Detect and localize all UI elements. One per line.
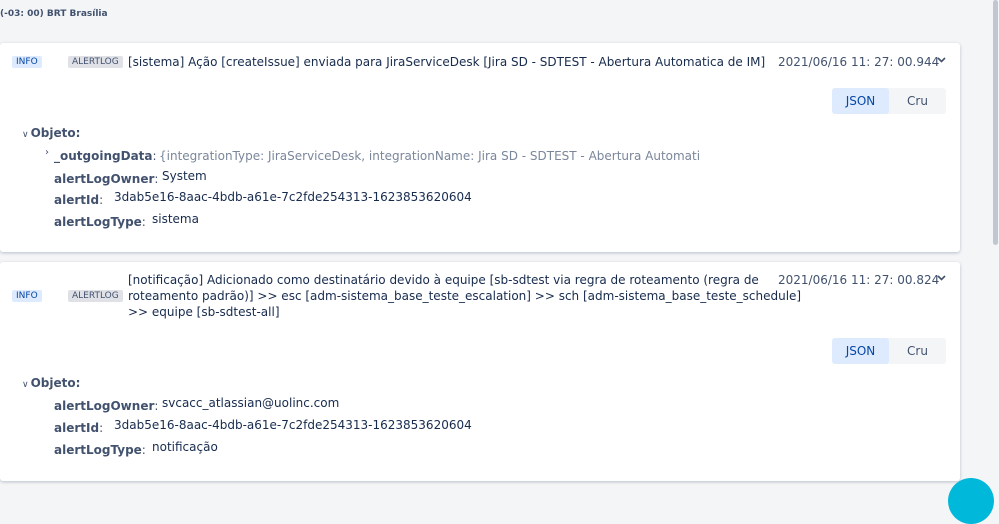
object-label: Objeto: [30, 126, 81, 140]
raw-view-button[interactable]: Cru [889, 88, 946, 114]
log-message-line: [notificação] Adicionado como destinatár… [128, 273, 759, 287]
chevron-down-icon[interactable] [936, 54, 947, 68]
field-value: sistema [152, 212, 199, 226]
json-view-button[interactable]: JSON [832, 338, 889, 364]
log-message-line: >> equipe [sb-sdtest-all] [128, 305, 280, 319]
log-message: [notificação] Adicionado como destinatár… [128, 272, 801, 320]
log-timestamp: 2021/06/16 11: 27: 00.944 [778, 55, 940, 69]
field-value: notificação [152, 440, 218, 454]
object-toggle[interactable]: ∨ Objeto: [22, 126, 80, 140]
field-key: alertLogType: [54, 215, 146, 229]
field-key: alertLogOwner: [54, 172, 159, 186]
log-timestamp: 2021/06/16 11: 27: 00.824 [778, 273, 940, 287]
timezone-label: (-03: 00) BRT Brasília [0, 9, 108, 19]
level-badge: INFO [12, 290, 42, 302]
scrollbar[interactable] [993, 0, 998, 245]
field-value: svcacc_atlassian@uolinc.com [162, 396, 340, 410]
raw-view-button[interactable]: Cru [889, 338, 946, 364]
chevron-right-icon[interactable]: › [45, 147, 49, 158]
log-entry-card: INFO ALERTLOG [notificação] Adicionado c… [0, 262, 960, 481]
field-key: alertId: [54, 193, 104, 207]
chevron-down-icon: ∨ [22, 380, 29, 390]
json-view-button[interactable]: JSON [832, 88, 889, 114]
field-key: alertLogType: [54, 443, 146, 457]
view-toggle: JSON Cru [832, 338, 946, 364]
log-message: [sistema] Ação [createIssue] enviada par… [128, 55, 766, 69]
type-badge: ALERTLOG [68, 290, 123, 302]
chevron-down-icon: ∨ [22, 130, 29, 140]
object-label: Objeto: [30, 376, 81, 390]
field-value: System [162, 169, 207, 183]
field-key: _outgoingData: [54, 149, 157, 163]
log-entry-card: INFO ALERTLOG [sistema] Ação [createIssu… [0, 43, 960, 252]
field-key: alertId: [54, 421, 104, 435]
chevron-down-icon[interactable] [936, 272, 947, 286]
field-value: 3dab5e16-8aac-4bdb-a61e-7c2fde254313-162… [114, 190, 472, 204]
field-key: alertLogOwner: [54, 399, 159, 413]
field-value: {integrationType: JiraServiceDesk, integ… [159, 149, 701, 163]
view-toggle: JSON Cru [832, 88, 946, 114]
level-badge: INFO [12, 56, 42, 68]
log-message-line: roteamento padrão)] >> esc [adm-sistema_… [128, 289, 802, 303]
field-value: 3dab5e16-8aac-4bdb-a61e-7c2fde254313-162… [114, 418, 472, 432]
object-toggle[interactable]: ∨ Objeto: [22, 376, 80, 390]
floating-action-button[interactable] [948, 478, 994, 524]
type-badge: ALERTLOG [68, 56, 123, 68]
